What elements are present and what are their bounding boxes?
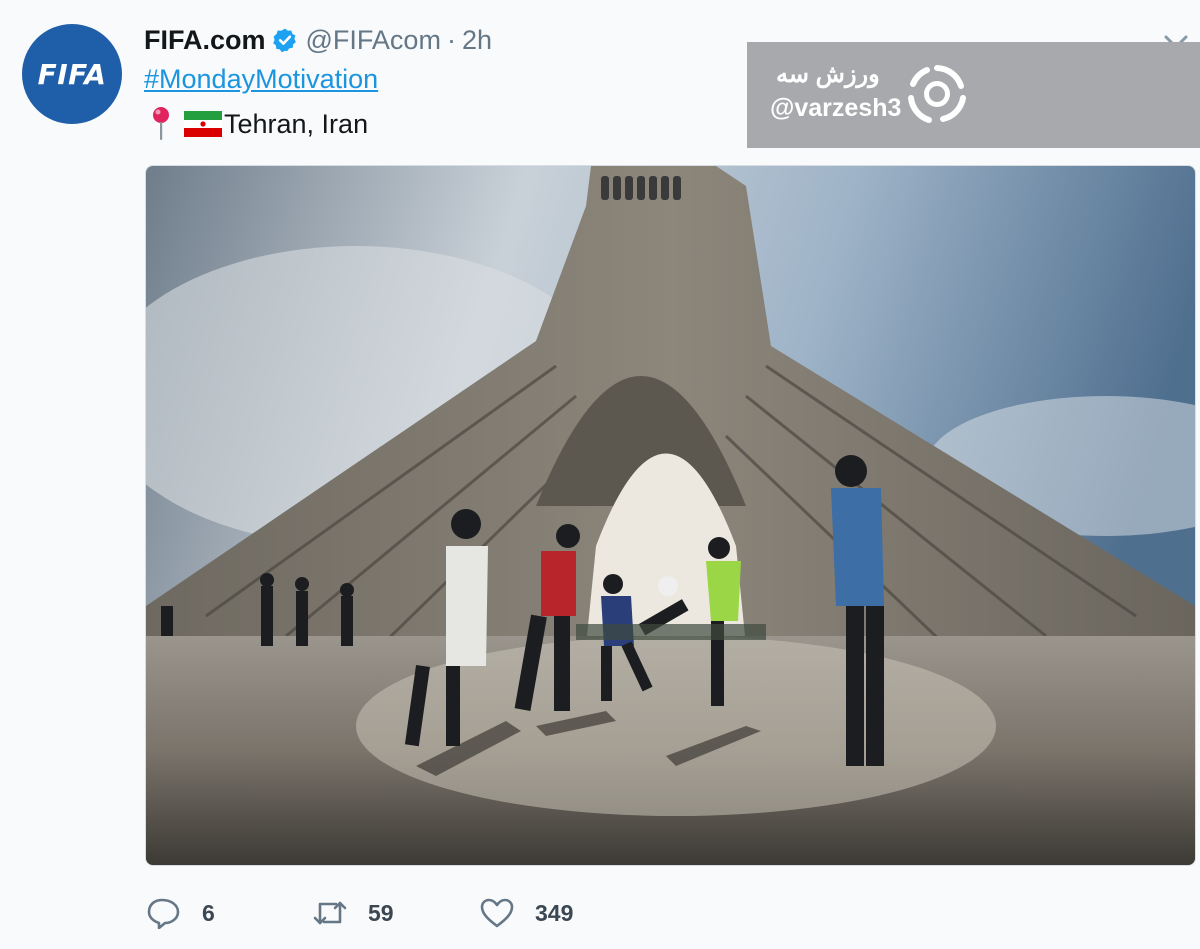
- hashtag-symbol: #: [144, 64, 160, 94]
- location-pin-icon: [153, 107, 169, 140]
- location-line: Tehran, Iran: [150, 104, 368, 144]
- tweet-card[interactable]: FIFA FIFA.com @FIFAcom · 2h #MondayMotiv…: [0, 0, 1200, 949]
- reply-icon: [147, 898, 180, 929]
- separator-dot: ·: [446, 24, 456, 55]
- retweet-button[interactable]: 59: [312, 893, 394, 933]
- iran-flag-icon: [184, 111, 222, 137]
- like-icon: [480, 898, 514, 928]
- watermark-name: ورزش سه: [776, 61, 880, 88]
- tweet-header: FIFA.com @FIFAcom · 2h: [144, 22, 492, 58]
- watermark-handle: @varzesh3: [770, 94, 902, 122]
- timestamp[interactable]: 2h: [462, 25, 492, 56]
- avatar[interactable]: FIFA: [22, 24, 122, 124]
- azadi-tower-photo: [146, 166, 1195, 865]
- retweet-count: 59: [368, 899, 394, 926]
- varzesh3-logo-icon: [908, 65, 966, 123]
- verified-badge-icon: [272, 28, 296, 53]
- hashtag-link[interactable]: #MondayMotivation: [144, 64, 378, 94]
- like-button[interactable]: 349: [479, 893, 573, 933]
- reply-button[interactable]: 6: [146, 893, 215, 933]
- like-count: 349: [535, 899, 574, 926]
- tweet-actions: 6 59 349: [146, 893, 746, 933]
- handle[interactable]: @FIFAcom: [306, 25, 441, 56]
- reply-count: 6: [202, 899, 215, 926]
- tweet-photo[interactable]: [145, 165, 1196, 866]
- tweet-text: #MondayMotivation: [144, 64, 378, 95]
- avatar-logo-text: FIFA: [37, 57, 107, 91]
- location-text: Tehran, Iran: [224, 108, 369, 139]
- display-name[interactable]: FIFA.com: [144, 25, 266, 56]
- retweet-icon: [313, 901, 347, 925]
- hashtag-label: MondayMotivation: [159, 64, 379, 94]
